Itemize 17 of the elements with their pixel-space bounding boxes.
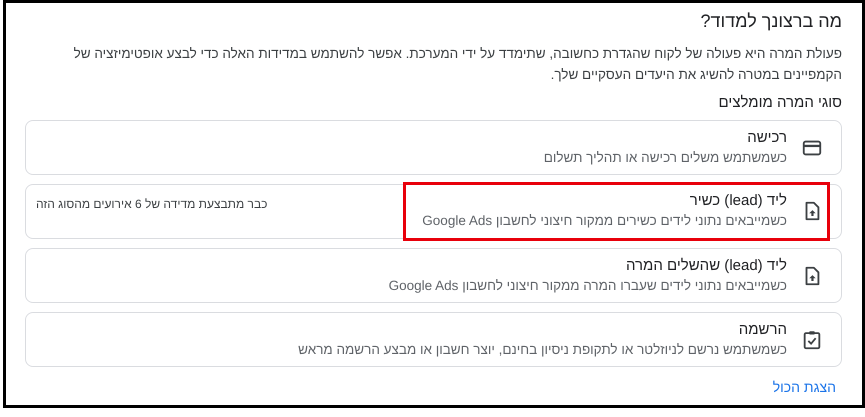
- option-title: רכישה: [746, 128, 787, 148]
- option-card[interactable]: רכישה כשמשתמש משלים רכישה או תהליך תשלום: [25, 120, 842, 175]
- option-description: כשמייבאים נתוני לידים כשירים ממקור חיצוני לחשבון Google Ads: [422, 212, 787, 230]
- option-note: כבר מתבצעת מדידה של 6 אירועים מהסוג הזה: [36, 196, 268, 213]
- option-title: הרשמה: [738, 320, 787, 340]
- option-description: כשמשתמש נרשם לניוזלטר או לתקופת ניסיון בחינם, יוצר חשבון או מבצע הרשמה מראש: [298, 341, 787, 359]
- option-description: כשמייבאים נתוני לידים שעברו המרה ממקור חיצוני לחשבון Google Ads: [388, 277, 787, 295]
- option-card[interactable]: הרשמה כשמשתמש נרשם לניוזלטר או לתקופת ניסיון בחינם, יוצר חשבון או מבצע הרשמה מראש: [25, 312, 842, 367]
- title: מה ברצונך למדוד?: [700, 10, 842, 33]
- option-title: ליד (lead) שהשלים המרה: [624, 256, 787, 276]
- description: פעולת המרה היא פעולה של לקוח שהגדרת כחשובה, שתימדד על ידי המערכת. אפשר להשתמש במדידות האלה כדי לבצע אופטימיזציה של הקמפיינים במטרה להשיג את היעדים העסקיים שלך.: [72, 45, 842, 84]
- show-all-link[interactable]: הצגת הכול: [772, 378, 836, 396]
- section-title: סוגי המרה מומלצים: [718, 93, 842, 113]
- option-card[interactable]: ליד (lead) שהשלים המרה כשמייבאים נתוני לידים שעברו המרה ממקור חיצוני לחשבון Google Ads: [25, 248, 842, 303]
- option-card[interactable]: ליד (lead) כשיר כשמייבאים נתוני לידים כשירים ממקור חיצוני לחשבון Google Ads כבר מתבצעת מדידה של 6 אירועים מהסוג הזה: [25, 184, 842, 239]
- option-description: כשמשתמש משלים רכישה או תהליך תשלום: [544, 149, 787, 167]
- option-title: ליד (lead) כשיר: [688, 191, 787, 211]
